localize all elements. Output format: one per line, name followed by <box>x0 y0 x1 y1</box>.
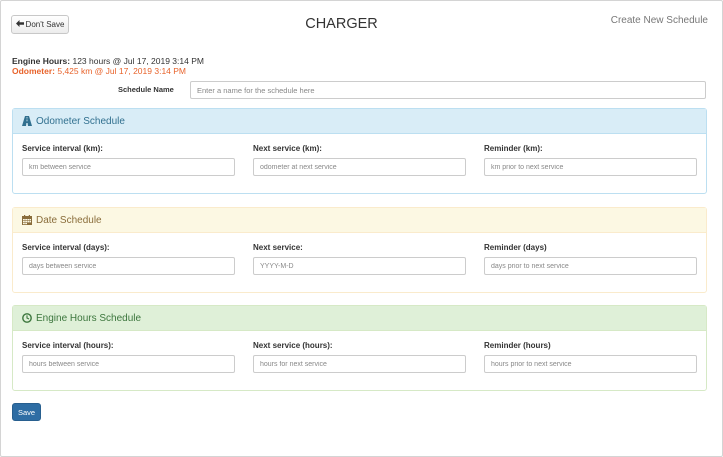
engine-hours-value: 123 hours @ Jul 17, 2019 3:14 PM <box>72 56 204 66</box>
engine-reminder-label: Reminder (hours) <box>484 341 551 350</box>
date-next-label: Next service: <box>253 243 303 252</box>
odometer-value: 5,425 km @ Jul 17, 2019 3:14 PM <box>57 66 187 76</box>
odometer-panel-header: Odometer Schedule <box>13 109 706 134</box>
odometer-next-label: Next service (km): <box>253 144 322 153</box>
date-reminder-field: Reminder (days) <box>484 243 697 275</box>
engine-hours-line: Engine Hours: 123 hours @ Jul 17, 2019 3… <box>12 56 204 66</box>
schedule-name-input[interactable] <box>190 81 706 99</box>
schedule-name-label: Schedule Name <box>118 85 174 94</box>
engine-next-input[interactable] <box>253 355 466 373</box>
road-icon <box>22 116 32 126</box>
engine-reminder-input[interactable] <box>484 355 697 373</box>
odometer-reminder-input[interactable] <box>484 158 697 176</box>
odometer-reminder-label: Reminder (km): <box>484 144 543 153</box>
odometer-next-input[interactable] <box>253 158 466 176</box>
date-interval-input[interactable] <box>22 257 235 275</box>
date-reminder-input[interactable] <box>484 257 697 275</box>
engine-reminder-field: Reminder (hours) <box>484 341 697 373</box>
engine-next-field: Next service (hours): <box>253 341 466 373</box>
engine-hours-schedule-panel: Engine Hours Schedule Service interval (… <box>12 305 707 391</box>
date-next-field: Next service: <box>253 243 466 275</box>
engine-interval-field: Service interval (hours): <box>22 341 235 373</box>
odometer-label: Odometer: <box>12 66 55 76</box>
save-button[interactable]: Save <box>12 403 41 421</box>
odometer-reminder-field: Reminder (km): <box>484 144 697 176</box>
engine-next-label: Next service (hours): <box>253 341 333 350</box>
engine-hours-label: Engine Hours: <box>12 56 71 66</box>
date-interval-field: Service interval (days): <box>22 243 235 275</box>
engine-panel-header: Engine Hours Schedule <box>13 306 706 331</box>
odometer-schedule-panel: Odometer Schedule Service interval (km):… <box>12 108 707 194</box>
date-panel-title: Date Schedule <box>36 214 102 226</box>
clock-icon <box>22 313 32 323</box>
engine-interval-input[interactable] <box>22 355 235 373</box>
engine-interval-label: Service interval (hours): <box>22 341 114 350</box>
calendar-icon <box>22 215 32 225</box>
odometer-next-field: Next service (km): <box>253 144 466 176</box>
date-schedule-panel: Date Schedule Service interval (days): N… <box>12 207 707 293</box>
page-title: CHARGER <box>305 16 378 32</box>
odometer-interval-label: Service interval (km): <box>22 144 103 153</box>
engine-panel-title: Engine Hours Schedule <box>36 312 142 324</box>
vehicle-info: Engine Hours: 123 hours @ Jul 17, 2019 3… <box>12 56 204 76</box>
date-next-input[interactable] <box>253 257 466 275</box>
create-new-schedule-link[interactable]: Create New Schedule <box>611 15 708 26</box>
date-interval-label: Service interval (days): <box>22 243 110 252</box>
date-panel-header: Date Schedule <box>13 208 706 233</box>
odometer-interval-field: Service interval (km): <box>22 144 235 176</box>
odometer-panel-title: Odometer Schedule <box>36 115 125 127</box>
odometer-line: Odometer: 5,425 km @ Jul 17, 2019 3:14 P… <box>12 66 204 76</box>
date-reminder-label: Reminder (days) <box>484 243 547 252</box>
odometer-interval-input[interactable] <box>22 158 235 176</box>
